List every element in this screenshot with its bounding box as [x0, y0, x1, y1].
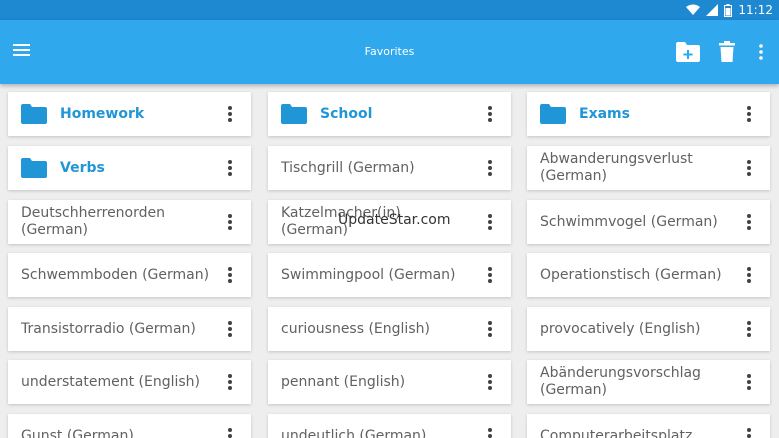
word-card[interactable]: Transistorradio (German): [8, 307, 251, 351]
card-label: Verbs: [60, 159, 105, 176]
word-card[interactable]: Schwimmvogel (German): [527, 200, 770, 244]
status-icons: 11:12: [686, 2, 773, 18]
watermark: UpdateStar.com: [338, 212, 451, 228]
card-label: Exams: [579, 105, 630, 122]
folder-card[interactable]: Homework: [8, 92, 251, 136]
battery-icon: [724, 3, 733, 17]
word-card[interactable]: provocatively (English): [527, 307, 770, 351]
word-card[interactable]: Computerarbeitsplatz: [527, 414, 770, 438]
word-card[interactable]: Operationstisch (German): [527, 253, 770, 297]
more-vert-icon[interactable]: [227, 374, 233, 390]
more-vert-icon[interactable]: [746, 106, 752, 122]
card-label: understatement (English): [21, 373, 201, 390]
card-label: Homework: [60, 105, 145, 122]
folder-icon: [21, 158, 47, 178]
more-vert-icon[interactable]: [746, 374, 752, 390]
card-label: curiousness (English): [281, 320, 430, 337]
trash-icon: [719, 41, 735, 62]
word-card[interactable]: Tischgrill (German): [268, 146, 511, 190]
word-card[interactable]: Gunst (German): [8, 414, 251, 438]
more-vert-icon[interactable]: [227, 428, 233, 438]
status-bar: 11:12: [0, 0, 779, 20]
card-label: Deutschherrenorden (German): [21, 205, 165, 238]
more-vert-icon[interactable]: [746, 267, 752, 283]
more-vert-icon[interactable]: [487, 428, 493, 438]
card-label: undeutlich (German): [281, 427, 427, 438]
delete-button[interactable]: [719, 41, 735, 67]
folder-icon: [21, 104, 47, 124]
folder-icon: [281, 104, 307, 124]
word-card[interactable]: Schwemmboden (German): [8, 253, 251, 297]
status-time: 11:12: [738, 3, 773, 17]
card-label: Transistorradio (German): [21, 320, 196, 337]
new-folder-icon: [676, 42, 700, 62]
word-card[interactable]: undeutlich (German): [268, 414, 511, 438]
page-title: Favorites: [364, 45, 415, 58]
more-vert-icon[interactable]: [487, 374, 493, 390]
overflow-menu-button[interactable]: [759, 44, 763, 64]
more-vert-icon[interactable]: [746, 160, 752, 176]
card-label: Abänderungsvorschlag (German): [540, 365, 701, 398]
more-vert-icon[interactable]: [746, 428, 752, 438]
more-vert-icon[interactable]: [487, 160, 493, 176]
card-label: Schwimmvogel (German): [540, 213, 718, 230]
more-vert-icon[interactable]: [746, 321, 752, 337]
more-vert-icon[interactable]: [487, 267, 493, 283]
more-vert-icon[interactable]: [227, 214, 233, 230]
card-label: Schwemmboden (German): [21, 266, 210, 283]
folder-card[interactable]: Exams: [527, 92, 770, 136]
word-card[interactable]: Abänderungsvorschlag (German): [527, 360, 770, 404]
card-label: Swimmingpool (German): [281, 266, 456, 283]
more-vert-icon: [759, 44, 763, 60]
folder-icon: [540, 104, 566, 124]
word-card[interactable]: Deutschherrenorden (German): [8, 200, 251, 244]
card-label: Gunst (German): [21, 427, 134, 438]
word-card[interactable]: pennant (English): [268, 360, 511, 404]
card-label: Abwanderungsverlust (German): [540, 151, 693, 184]
signal-icon: [706, 4, 719, 16]
folder-card[interactable]: Verbs: [8, 146, 251, 190]
word-card[interactable]: Swimmingpool (German): [268, 253, 511, 297]
more-vert-icon[interactable]: [227, 267, 233, 283]
card-label: Tischgrill (German): [281, 159, 415, 176]
card-label: Computerarbeitsplatz: [540, 427, 693, 438]
more-vert-icon[interactable]: [227, 321, 233, 337]
app-bar: Favorites: [0, 20, 779, 84]
card-label: School: [320, 105, 373, 122]
more-vert-icon[interactable]: [227, 160, 233, 176]
word-card[interactable]: curiousness (English): [268, 307, 511, 351]
more-vert-icon[interactable]: [487, 321, 493, 337]
word-card[interactable]: understatement (English): [8, 360, 251, 404]
card-label: provocatively (English): [540, 320, 701, 337]
new-folder-button[interactable]: [675, 41, 701, 67]
wifi-icon: [686, 4, 701, 15]
folder-card[interactable]: School: [268, 92, 511, 136]
more-vert-icon[interactable]: [487, 106, 493, 122]
card-label: Operationstisch (German): [540, 266, 722, 283]
more-vert-icon[interactable]: [746, 214, 752, 230]
card-label: pennant (English): [281, 373, 406, 390]
more-vert-icon[interactable]: [227, 106, 233, 122]
more-vert-icon[interactable]: [487, 214, 493, 230]
word-card[interactable]: Abwanderungsverlust (German): [527, 146, 770, 190]
